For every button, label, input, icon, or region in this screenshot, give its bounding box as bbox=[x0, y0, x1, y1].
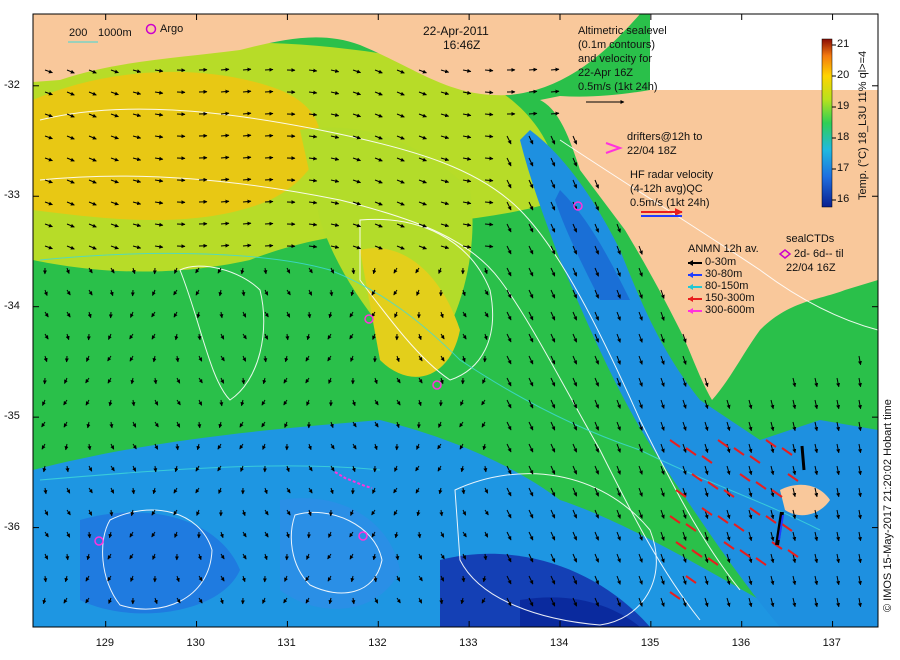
drifters-legend-line1: drifters@12h to bbox=[627, 131, 703, 143]
velocity-arrow bbox=[528, 89, 538, 94]
anmn-legend-title: ANMN 12h av. bbox=[688, 243, 759, 255]
colorbar-tick-label: 20 bbox=[837, 69, 850, 81]
lat-tick-label: -33 bbox=[4, 189, 20, 202]
lat-tick-label: -35 bbox=[4, 410, 20, 423]
velocity-arrow bbox=[264, 221, 274, 226]
altimetry-legend-line2: (0.1m contours) bbox=[578, 39, 656, 51]
lon-tick-label: 132 bbox=[368, 637, 387, 649]
depth-legend-200: 200 bbox=[69, 27, 88, 39]
velocity-arrow bbox=[264, 177, 274, 182]
map-time: 16:46Z bbox=[443, 38, 481, 52]
credit-text: © IMOS 15-May-2017 21:20:02 Hobart time bbox=[882, 399, 894, 612]
argo-legend-label: Argo bbox=[160, 23, 184, 35]
velocity-arrow bbox=[220, 67, 230, 72]
colorbar-tick-label: 17 bbox=[837, 162, 850, 174]
velocity-arrow bbox=[220, 177, 230, 182]
velocity-arrow bbox=[264, 155, 274, 160]
velocity-arrow bbox=[528, 111, 538, 116]
velocity-arrow bbox=[484, 244, 494, 249]
velocity-arrow bbox=[484, 112, 494, 117]
lat-tick-label: -32 bbox=[4, 78, 20, 91]
hf-legend-line1: HF radar velocity bbox=[630, 169, 714, 181]
colorbar-tick-label: 16 bbox=[837, 193, 850, 205]
velocity-arrow bbox=[484, 222, 494, 227]
seal-legend-title: sealCTDs bbox=[786, 233, 835, 245]
velocity-arrow bbox=[264, 111, 274, 116]
colorbar-label: Temp. (°C) 18_L3U 11% ql>=4 bbox=[857, 50, 869, 200]
depth-legend-1000: 1000m bbox=[98, 27, 132, 39]
colorbar-tick-label: 19 bbox=[837, 100, 850, 112]
lon-tick-label: 135 bbox=[640, 637, 660, 649]
velocity-arrow bbox=[220, 133, 230, 138]
altimetry-legend-line1: Altimetric sealevel bbox=[578, 25, 667, 37]
colorbar-tick-label: 18 bbox=[837, 131, 850, 143]
seal-legend-line2: 2d- 6d-- til bbox=[794, 248, 844, 260]
altimetry-legend-line4: 22-Apr 16Z bbox=[578, 67, 634, 79]
velocity-arrow bbox=[220, 155, 230, 160]
lon-tick-label: 129 bbox=[95, 637, 115, 649]
anmn-legend-item: 300-600m bbox=[705, 304, 755, 316]
lon-tick-label: 130 bbox=[186, 637, 205, 649]
sst-map bbox=[32, 13, 879, 628]
lat-tick-label: -34 bbox=[4, 299, 20, 312]
velocity-arrow bbox=[220, 221, 230, 226]
velocity-arrow bbox=[484, 178, 494, 183]
sst-field bbox=[33, 14, 878, 627]
velocity-arrow bbox=[484, 156, 494, 161]
velocity-arrow bbox=[220, 243, 230, 248]
hf-legend-line2: (4-12h avg)QC bbox=[630, 183, 703, 195]
anmn-mooring-arrow bbox=[800, 445, 806, 471]
seal-legend-line3: 22/04 16Z bbox=[786, 262, 836, 274]
velocity-arrow bbox=[220, 199, 230, 204]
velocity-arrow bbox=[484, 200, 494, 205]
velocity-arrow bbox=[220, 89, 230, 94]
colorbar-tick-label: 21 bbox=[837, 38, 850, 50]
altimetry-legend-line3: and velocity for bbox=[578, 53, 652, 65]
velocity-arrow bbox=[264, 67, 274, 72]
velocity-arrow bbox=[264, 199, 274, 204]
lon-tick-label: 137 bbox=[822, 637, 841, 649]
velocity-arrow bbox=[220, 111, 230, 116]
hf-legend-line3: 0.5m/s (1kt 24h) bbox=[630, 197, 710, 209]
lon-tick-label: 131 bbox=[277, 637, 296, 649]
lat-tick-label: -36 bbox=[4, 520, 20, 533]
velocity-arrow bbox=[264, 89, 274, 94]
lon-tick-label: 133 bbox=[459, 637, 478, 649]
velocity-arrow bbox=[484, 134, 494, 139]
altimetry-legend-line5: 0.5m/s (1kt 24h) bbox=[578, 81, 658, 93]
velocity-arrow bbox=[264, 133, 274, 138]
velocity-arrow bbox=[484, 68, 494, 73]
colorbar bbox=[821, 38, 833, 208]
velocity-arrow bbox=[484, 90, 494, 95]
drifters-legend-line2: 22/04 18Z bbox=[627, 145, 677, 157]
velocity-arrow bbox=[264, 243, 274, 248]
map-date: 22-Apr-2011 bbox=[423, 24, 489, 38]
lon-tick-label: 134 bbox=[549, 637, 569, 649]
lon-tick-label: 136 bbox=[731, 637, 751, 649]
velocity-arrow bbox=[528, 67, 538, 72]
